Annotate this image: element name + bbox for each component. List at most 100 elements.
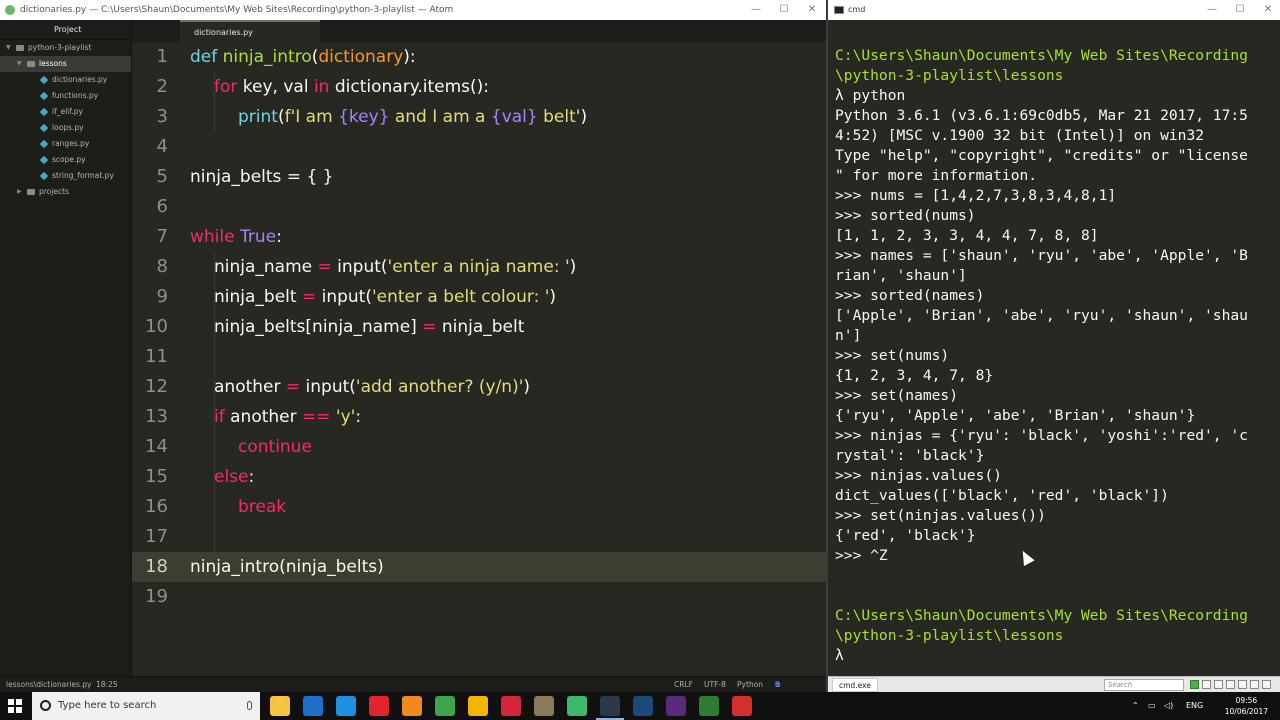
code-line-1: def ninja_intro(dictionary): [190,42,416,72]
code-text: ninja_belt [214,287,302,307]
status-line-ending[interactable]: CRLF [674,677,693,693]
cmd-search-input[interactable]: Search [1104,679,1184,691]
code-line-2: for key, val in dictionary.items(): [214,72,489,102]
chevron-up-icon[interactable]: ⌃ [1132,692,1139,720]
python-file-icon [39,171,49,181]
tree-file-scope[interactable]: scope.py [0,152,131,168]
volume-icon[interactable]: ◁) [1164,692,1173,720]
pane-icon[interactable] [1238,680,1247,689]
line-number: 15 [145,466,168,487]
taskbar-chrome-icon[interactable] [435,696,455,716]
taskbar-atom-icon[interactable] [567,696,587,716]
chevron-down-icon[interactable]: ▼ [17,56,22,72]
sidebar-header[interactable]: Project [0,20,131,40]
tree-folder-label: lessons [39,59,67,68]
terminal-line: ['Apple', 'Brian', 'abe', 'ryu', 'shaun'… [835,307,1248,324]
string-literal: 'enter a belt colour: ' [371,287,550,307]
taskbar-clock[interactable]: 09:56 10/06/2017 [1225,695,1268,717]
taskbar-dreamweaver-icon[interactable] [699,696,719,716]
taskbar-archive-icon[interactable] [534,696,554,716]
pane-icon[interactable] [1250,680,1259,689]
terminal-line: {1, 2, 3, 4, 7, 8} [835,367,994,384]
minimize-icon[interactable]: — [1198,0,1226,20]
code-editor[interactable]: 1 2 3 4 5 6 7 8 9 10 11 12 13 14 15 16 1… [132,42,826,676]
taskbar-vivaldi-icon[interactable] [501,696,521,716]
line-number-active: 18 [145,556,168,577]
microphone-icon[interactable] [247,701,252,710]
network-icon[interactable]: ▭ [1148,692,1156,720]
terminal-line: >>> set(names) [835,387,959,404]
taskbar-console-icon[interactable] [596,696,624,720]
folder-icon [16,45,24,51]
status-cursor-position[interactable]: 18:25 [96,677,118,693]
tree-file-loops[interactable]: loops.py [0,120,131,136]
maximize-icon[interactable]: ☐ [1226,0,1254,20]
new-tab-icon[interactable] [1190,680,1199,689]
taskbar-edge-icon[interactable] [336,696,356,716]
line-number: 4 [156,136,168,157]
python-file-icon [39,75,49,85]
terminal-icon [834,6,844,14]
language-indicator[interactable]: ENG [1186,692,1203,720]
dropdown-icon[interactable] [1202,680,1211,689]
tree-file-if-elif[interactable]: if_elif.py [0,104,131,120]
taskbar-norton-icon[interactable] [468,696,488,716]
tab-dictionaries-py[interactable]: dictionaries.py [180,20,320,42]
status-encoding[interactable]: UTF-8 [704,677,726,693]
taskbar-photoshop-icon[interactable] [633,696,653,716]
terminal-line: >>> set(nums) [835,347,950,364]
taskbar-premiere-icon[interactable] [666,696,686,716]
tree-folder-lessons[interactable]: ▼ lessons [0,56,131,72]
code-text: input( [300,377,356,397]
settings-icon[interactable] [1226,680,1235,689]
terminal-line: 4:52) [MSC v.1900 32 bit (Intel)] on win… [835,127,1205,144]
atom-titlebar[interactable]: dictionaries.py — C:\Users\Shaun\Documen… [0,0,826,20]
search-icon [40,700,51,711]
colon: : [276,227,282,247]
windows-taskbar: Type here to search ⌃ ▭ ◁) ENG 09:56 10/… [0,692,1280,720]
tree-folder-projects[interactable]: ▶ projects [0,184,131,200]
split-icon[interactable] [1214,680,1223,689]
line-number: 9 [156,286,168,307]
menu-icon[interactable] [1262,680,1271,689]
cmd-titlebar[interactable]: cmd — ☐ ✕ [828,0,1280,20]
string-literal: 'enter a ninja name: ' [387,257,570,277]
cmd-window: cmd — ☐ ✕ C:\Users\Shaun\Documents\My We… [826,0,1280,692]
minimize-icon[interactable]: — [742,0,770,20]
cmd-footer-bar: cmd.exe Search [828,676,1280,692]
tree-root-folder[interactable]: ▼ python-3-playlist [0,40,131,56]
line-number: 8 [156,256,168,277]
taskbar-opera-icon[interactable] [369,696,389,716]
chevron-right-icon[interactable]: ▶ [17,184,22,200]
fstring-placeholder: {val} [490,107,538,127]
taskbar-firefox-icon[interactable] [402,696,422,716]
cmd-tab[interactable]: cmd.exe [832,678,878,692]
keyword-else: else [214,467,249,487]
tree-file-label: string_format.py [52,171,114,180]
chevron-down-icon[interactable]: ▼ [6,40,11,56]
taskbar-recorder-icon[interactable] [732,696,752,716]
code-line-18: ninja_intro(ninja_belts) [190,557,384,577]
code-line-14: continue [238,432,312,462]
terminal-line: >>> names = ['shaun', 'ryu', 'abe', 'App… [835,247,1248,264]
start-button[interactable] [8,699,22,713]
tree-file-functions[interactable]: functions.py [0,88,131,104]
taskbar-search[interactable]: Type here to search [32,692,260,720]
paren: ) [580,107,588,127]
tree-file-dictionaries[interactable]: dictionaries.py [0,72,131,88]
terminal-line: >>> ^Z [835,547,888,564]
fstring-placeholder: {key} [338,107,390,127]
taskbar-outlook-icon[interactable] [303,696,323,716]
tree-file-string-format[interactable]: string_format.py [0,168,131,184]
status-file-path[interactable]: lessons\dictionaries.py [6,677,92,693]
terminal-line: \python-3-playlist\lessons [835,67,1064,84]
close-icon[interactable]: ✕ [798,0,826,20]
atom-window-title: dictionaries.py — C:\Users\Shaun\Documen… [20,5,454,15]
status-grammar[interactable]: Python [737,677,763,693]
tree-file-ranges[interactable]: ranges.py [0,136,131,152]
line-number: 2 [156,76,168,97]
taskbar-file-explorer-icon[interactable] [270,696,290,716]
terminal-output[interactable]: C:\Users\Shaun\Documents\My Web Sites\Re… [828,20,1280,674]
close-icon[interactable]: ✕ [1254,0,1280,20]
maximize-icon[interactable]: ☐ [770,0,798,20]
